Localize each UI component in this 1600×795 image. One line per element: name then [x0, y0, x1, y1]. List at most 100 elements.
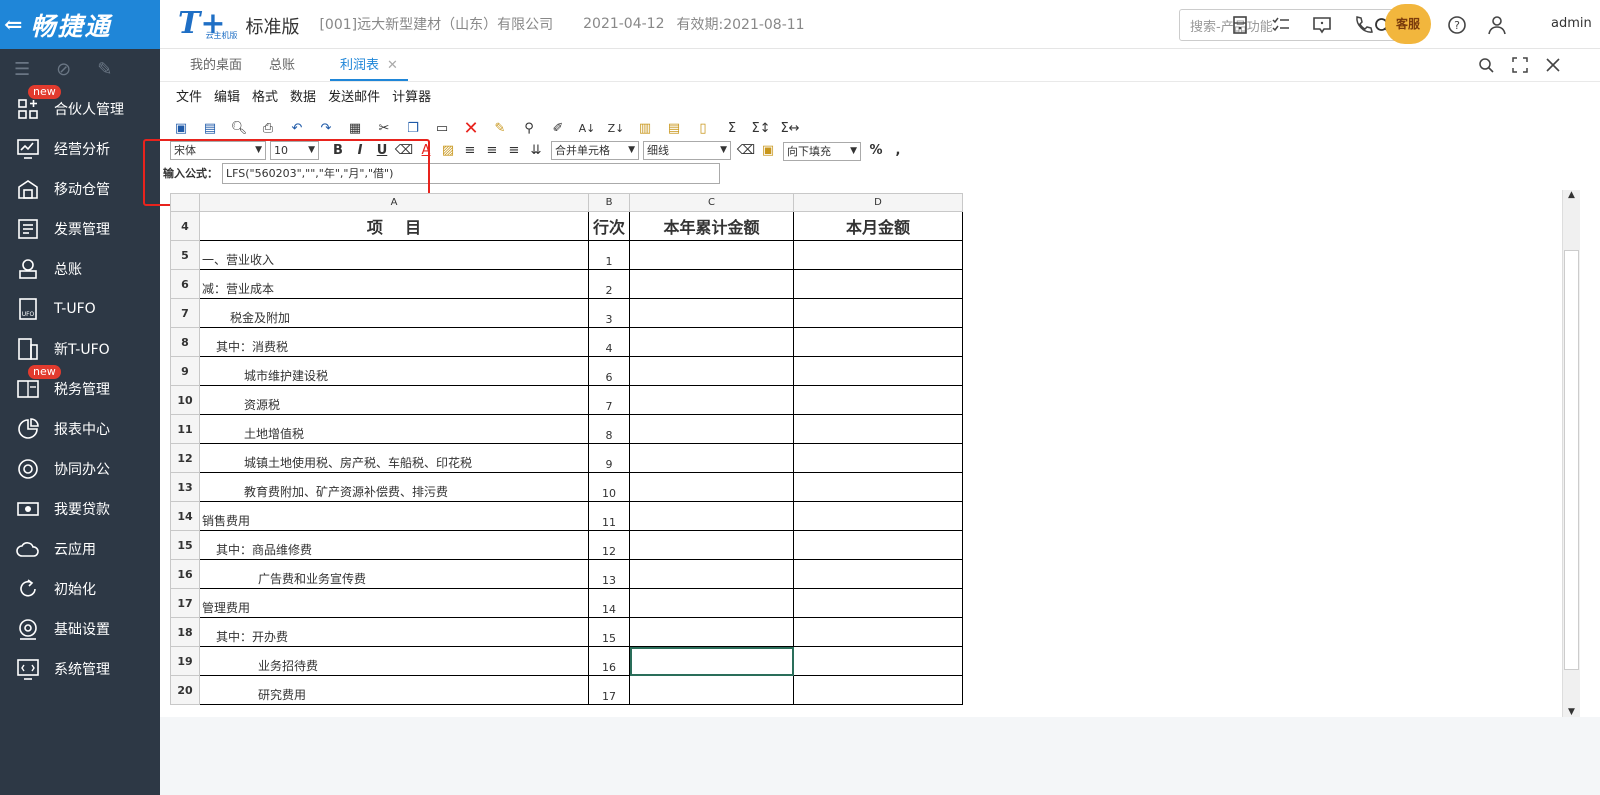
- line-no-cell[interactable]: 2: [588, 269, 630, 299]
- ytd-amount-cell[interactable]: [629, 646, 794, 676]
- sidebar-item[interactable]: 新T-UFO: [0, 329, 160, 369]
- align-center-icon[interactable]: ≡: [481, 139, 503, 161]
- row-number[interactable]: 12: [170, 443, 200, 473]
- line-no-cell[interactable]: 12: [588, 530, 630, 560]
- header-ytd-amount[interactable]: 本年累计金额: [629, 211, 794, 241]
- print-icon[interactable]: ⎙: [257, 117, 279, 139]
- line-no-cell[interactable]: 13: [588, 559, 630, 589]
- select-all-corner[interactable]: [170, 193, 200, 212]
- ytd-amount-cell[interactable]: [629, 559, 794, 589]
- ytd-amount-cell[interactable]: [629, 530, 794, 560]
- sort-asc-icon[interactable]: A↓: [576, 117, 598, 139]
- customer-service-badge[interactable]: 客服: [1385, 4, 1431, 44]
- clipboard-icon[interactable]: ▯: [692, 117, 714, 139]
- item-cell[interactable]: 教育费附加、矿产资源补偿费、排污费: [199, 472, 589, 502]
- row-number[interactable]: 19: [170, 646, 200, 676]
- menu-file[interactable]: 文件: [170, 86, 208, 110]
- line-no-cell[interactable]: 16: [588, 646, 630, 676]
- sidebar-item[interactable]: 系统管理: [0, 649, 160, 689]
- search-doc-icon[interactable]: ⊘: [56, 59, 71, 80]
- line-no-cell[interactable]: 10: [588, 472, 630, 502]
- line-no-cell[interactable]: 11: [588, 501, 630, 531]
- ytd-amount-cell[interactable]: [629, 501, 794, 531]
- row-number[interactable]: 7: [170, 298, 200, 328]
- month-amount-cell[interactable]: [793, 530, 963, 560]
- menu-format[interactable]: 格式: [246, 86, 284, 110]
- item-cell[interactable]: 资源税: [199, 385, 589, 415]
- redo-icon[interactable]: ↷: [315, 117, 337, 139]
- sidebar-item[interactable]: 基础设置: [0, 609, 160, 649]
- month-amount-cell[interactable]: [793, 472, 963, 502]
- ytd-amount-cell[interactable]: [629, 675, 794, 705]
- ytd-amount-cell[interactable]: [629, 617, 794, 647]
- format-painter-icon[interactable]: ✎: [489, 117, 511, 139]
- column-header-d[interactable]: D: [793, 193, 963, 212]
- ytd-amount-cell[interactable]: [629, 240, 794, 270]
- line-no-cell[interactable]: 9: [588, 443, 630, 473]
- checklist-icon[interactable]: [1271, 15, 1291, 35]
- line-no-cell[interactable]: 14: [588, 588, 630, 618]
- row-number[interactable]: 15: [170, 530, 200, 560]
- user-avatar-icon[interactable]: [1487, 15, 1507, 35]
- scroll-up-icon[interactable]: ▲: [1563, 190, 1580, 200]
- sum-row-icon[interactable]: Σ↕: [750, 117, 772, 139]
- ytd-amount-cell[interactable]: [629, 443, 794, 473]
- fill-color-icon[interactable]: ▨: [437, 139, 459, 161]
- close-page-icon[interactable]: [1545, 57, 1561, 73]
- eraser-icon[interactable]: ⌫: [735, 139, 757, 161]
- month-amount-cell[interactable]: [793, 240, 963, 270]
- insert-col-icon[interactable]: ▤: [663, 117, 685, 139]
- column-header-b[interactable]: B: [588, 193, 630, 212]
- company-name[interactable]: [001]远大新型建材（山东）有限公司: [319, 14, 553, 34]
- menu-send-mail[interactable]: 发送邮件: [322, 86, 386, 110]
- sidebar-item[interactable]: 报表中心: [0, 409, 160, 449]
- row-number[interactable]: 8: [170, 327, 200, 357]
- row-number[interactable]: 18: [170, 617, 200, 647]
- month-amount-cell[interactable]: [793, 298, 963, 328]
- sidebar-item[interactable]: 发票管理: [0, 209, 160, 249]
- line-no-cell[interactable]: 17: [588, 675, 630, 705]
- item-cell[interactable]: 其中：消费税: [199, 327, 589, 357]
- ytd-amount-cell[interactable]: [629, 327, 794, 357]
- close-tab-icon[interactable]: ✕: [387, 58, 398, 73]
- print-preview-icon[interactable]: 🔍︎: [228, 117, 250, 139]
- replace-icon[interactable]: ✐: [547, 117, 569, 139]
- column-header-a[interactable]: A: [199, 193, 589, 212]
- sidebar-item[interactable]: 云应用: [0, 529, 160, 569]
- month-amount-cell[interactable]: [793, 501, 963, 531]
- line-no-cell[interactable]: 7: [588, 385, 630, 415]
- row-number[interactable]: 5: [170, 240, 200, 270]
- row-number[interactable]: 11: [170, 414, 200, 444]
- merge-cells-select[interactable]: 合并单元格: [551, 140, 639, 160]
- sum-col-icon[interactable]: Σ↔: [779, 117, 801, 139]
- sidebar-item[interactable]: 合伙人管理 new: [0, 85, 160, 129]
- ytd-amount-cell[interactable]: [629, 269, 794, 299]
- sidebar-item[interactable]: 我要贷款: [0, 489, 160, 529]
- line-no-cell[interactable]: 4: [588, 327, 630, 357]
- sidebar-item[interactable]: 税务管理 new: [0, 365, 160, 409]
- border-style-select[interactable]: 细线: [643, 140, 731, 160]
- align-left-icon[interactable]: ≡: [459, 139, 481, 161]
- menu-calculator[interactable]: 计算器: [386, 86, 437, 110]
- fullscreen-icon[interactable]: [1512, 57, 1528, 73]
- ytd-amount-cell[interactable]: [629, 588, 794, 618]
- find-icon[interactable]: ⚲: [518, 117, 540, 139]
- item-cell[interactable]: 研究费用: [199, 675, 589, 705]
- tab-ledger[interactable]: 总账: [269, 49, 295, 81]
- sidebar-item[interactable]: 移动仓管: [0, 169, 160, 209]
- wrap-text-icon[interactable]: ⇊: [525, 139, 547, 161]
- month-amount-cell[interactable]: [793, 443, 963, 473]
- menu-icon[interactable]: ☰: [14, 59, 30, 80]
- vertical-scrollbar[interactable]: ▲ ▼: [1562, 190, 1580, 717]
- back-arrow-icon[interactable]: ⇐: [4, 12, 24, 38]
- item-cell[interactable]: 销售费用: [199, 501, 589, 531]
- line-no-cell[interactable]: 8: [588, 414, 630, 444]
- row-number[interactable]: 9: [170, 356, 200, 386]
- ytd-amount-cell[interactable]: [629, 356, 794, 386]
- item-cell[interactable]: 其中：商品维修费: [199, 530, 589, 560]
- ytd-amount-cell[interactable]: [629, 472, 794, 502]
- item-cell[interactable]: 税金及附加: [199, 298, 589, 328]
- help-icon[interactable]: ?: [1447, 15, 1467, 35]
- sidebar-item[interactable]: 初始化: [0, 569, 160, 609]
- row-number[interactable]: 4: [170, 211, 200, 241]
